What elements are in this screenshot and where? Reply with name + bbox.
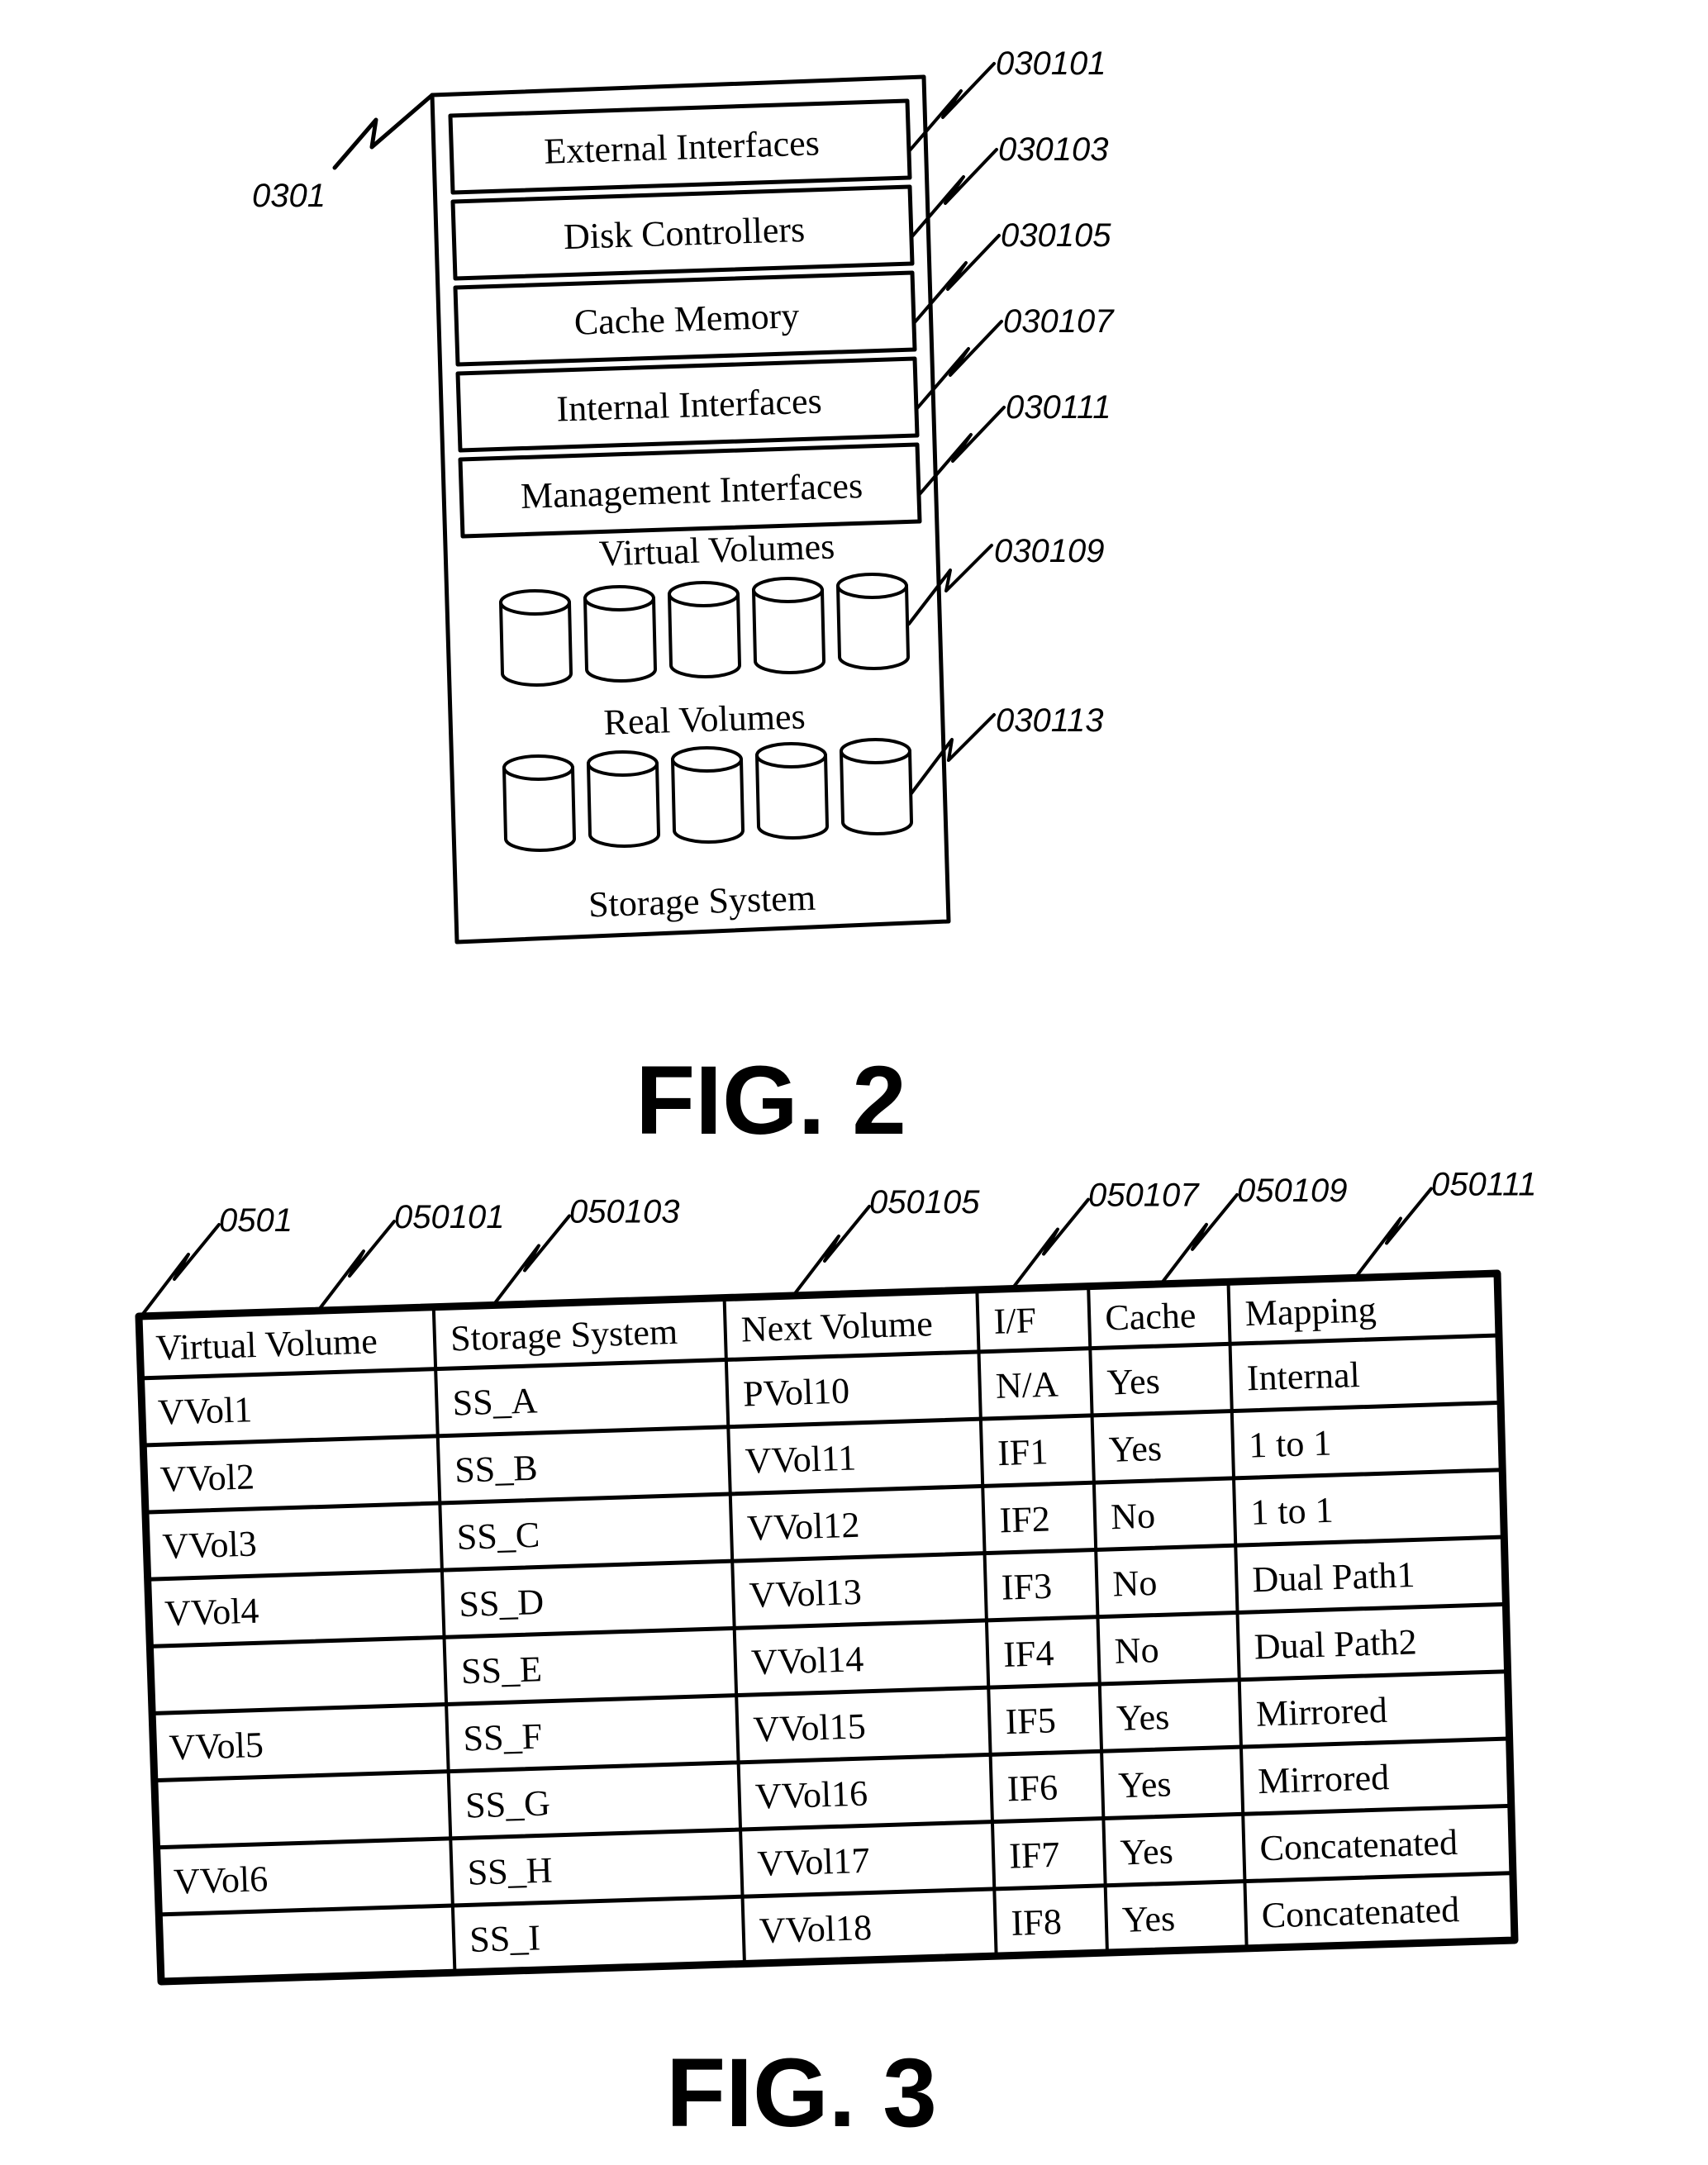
table-cell: VVol18 — [759, 1907, 873, 1951]
leader-line — [1354, 1187, 1433, 1280]
table-cell: VVol14 — [750, 1639, 864, 1682]
table-cell: SS_C — [456, 1515, 540, 1558]
table-cell: No — [1110, 1496, 1155, 1538]
table-cell: VVol12 — [746, 1505, 860, 1549]
table-cell: SS_F — [463, 1715, 543, 1758]
table-cell: VVol5 — [169, 1725, 264, 1768]
table-cell: IF8 — [1011, 1901, 1063, 1944]
table-cell: VVol3 — [162, 1523, 258, 1567]
column-ref-label: 050111 — [1431, 1166, 1537, 1202]
table-row: VVol6 SS_H VVol17 IF7 Yes Concatenated — [173, 1822, 1458, 1902]
table-row: VVol3 SS_C VVol12 IF2 No 1 to 1 — [162, 1490, 1335, 1567]
fig3-caption: FIG. 3 — [666, 2039, 937, 2148]
patent-drawing-sheet: 0301 External Interfaces 030101 Disk Contr… — [0, 0, 1708, 2165]
table-cell: IF2 — [999, 1498, 1051, 1540]
table-cell: Yes — [1121, 1898, 1176, 1940]
table-cell: SS_A — [452, 1380, 538, 1423]
table-cell: No — [1112, 1563, 1158, 1605]
table-row: VVol1 SS_A PVol10 N/A Yes Internal — [157, 1354, 1360, 1433]
table-cell: Mirrored — [1258, 1757, 1390, 1801]
table-cell: VVol13 — [749, 1572, 863, 1615]
table-cell: VVol2 — [159, 1456, 255, 1500]
column-header: I/F — [993, 1300, 1037, 1342]
column-header: Next Volume — [740, 1303, 933, 1349]
table-cell: SS_I — [469, 1917, 541, 1960]
table-row: VVol4 SS_D VVol13 IF3 No Dual Path1 — [164, 1554, 1415, 1634]
table-cell: VVol6 — [173, 1858, 269, 1902]
leader-line — [141, 1223, 221, 1316]
leader-line — [316, 1220, 396, 1313]
column-ref-label: 050101 — [394, 1199, 504, 1235]
table-cell: Yes — [1106, 1361, 1161, 1403]
leader-line — [1011, 1197, 1090, 1291]
table-cell: IF5 — [1005, 1700, 1057, 1742]
column-header: Storage System — [450, 1311, 678, 1359]
table-cell: IF3 — [1001, 1566, 1053, 1608]
column-ref-label: 050103 — [569, 1193, 679, 1230]
table-cell: VVol16 — [754, 1773, 868, 1817]
table-cell: Yes — [1120, 1831, 1174, 1873]
table-row: VVol2 SS_B VVol11 IF1 Yes 1 to 1 — [159, 1422, 1332, 1499]
table-cell: VVol17 — [757, 1840, 871, 1884]
table-cell: IF1 — [997, 1431, 1049, 1473]
fig3-virtual-volume-table: Virtual Volume Storage System Next Volume I… — [135, 1166, 1537, 2148]
mapping-table: Virtual Volume Storage System Next Volume I… — [135, 1269, 1519, 1986]
table-cell: Mirrored — [1255, 1690, 1387, 1734]
column-ref-label: 050105 — [869, 1184, 980, 1220]
table-cell: No — [1114, 1630, 1159, 1672]
table-cell: SS_B — [454, 1448, 539, 1491]
table-cell: Yes — [1116, 1696, 1170, 1739]
leader-line — [792, 1204, 871, 1297]
table-cell: VVol11 — [745, 1438, 857, 1482]
column-divider — [975, 1287, 998, 1958]
table-cell: IF4 — [1003, 1633, 1055, 1675]
table-cell: 1 to 1 — [1248, 1422, 1332, 1465]
table-cell: SS_G — [464, 1782, 550, 1825]
table-cell: PVol10 — [743, 1370, 850, 1414]
column-header: Virtual Volume — [155, 1320, 378, 1368]
table-cell: Yes — [1108, 1428, 1163, 1470]
column-divider — [722, 1296, 746, 1966]
table-cell: Concatenated — [1261, 1889, 1460, 1936]
column-header: Cache — [1105, 1295, 1197, 1338]
table-cell: SS_D — [459, 1582, 545, 1625]
ref-label-0501: 0501 — [219, 1202, 293, 1239]
table-cell: SS_H — [467, 1850, 553, 1893]
table-cell: Concatenated — [1259, 1822, 1458, 1869]
table-cell: VVol4 — [164, 1591, 259, 1634]
table-cell: VVol15 — [753, 1706, 867, 1749]
table-cell: IF6 — [1006, 1768, 1059, 1810]
table-row: VVol5 SS_F VVol15 IF5 Yes Mirrored — [169, 1690, 1388, 1768]
column-divider — [1087, 1284, 1109, 1955]
table-cell: Dual Path1 — [1252, 1554, 1415, 1600]
table-cell: N/A — [995, 1364, 1059, 1406]
table-cell: VVol1 — [157, 1389, 253, 1433]
table-cell: 1 to 1 — [1250, 1490, 1335, 1533]
table-cell: Internal — [1246, 1354, 1360, 1398]
leader-line — [492, 1214, 571, 1307]
column-header: Mapping — [1244, 1289, 1377, 1334]
table-cell: Yes — [1118, 1763, 1173, 1806]
table-cell: IF7 — [1009, 1834, 1061, 1877]
column-ref-label: 050107 — [1088, 1178, 1200, 1214]
column-divider — [431, 1305, 457, 1975]
column-divider — [1226, 1280, 1249, 1950]
table-cell: Dual Path2 — [1254, 1621, 1417, 1667]
column-ref-label: 050109 — [1237, 1173, 1347, 1209]
table-cell: SS_E — [460, 1649, 542, 1692]
